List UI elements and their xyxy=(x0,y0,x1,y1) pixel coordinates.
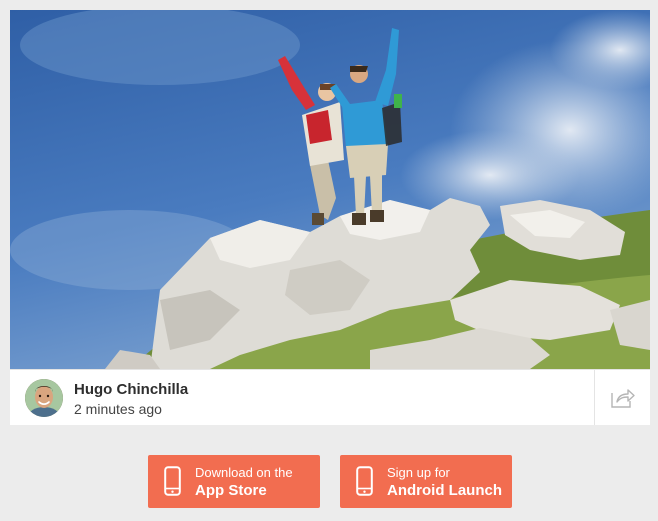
android-line2: Android Launch xyxy=(387,482,502,499)
app-store-line1: Download on the xyxy=(195,465,293,480)
post-meta: Hugo Chinchilla 2 minutes ago xyxy=(10,369,650,425)
share-icon xyxy=(610,388,635,408)
phone-icon xyxy=(164,466,181,496)
download-app-store-button[interactable]: Download on the App Store xyxy=(148,455,320,508)
author-name[interactable]: Hugo Chinchilla xyxy=(74,381,188,398)
post-card: Hugo Chinchilla 2 minutes ago xyxy=(10,10,650,425)
android-line1: Sign up for xyxy=(387,465,450,480)
hikers-summit-photo xyxy=(10,10,650,369)
android-signup-button[interactable]: Sign up for Android Launch xyxy=(340,455,512,508)
post-photo[interactable] xyxy=(10,10,650,369)
share-button[interactable] xyxy=(594,370,650,425)
phone-icon xyxy=(356,466,373,496)
app-store-line2: App Store xyxy=(195,482,267,499)
page: Hugo Chinchilla 2 minutes ago Download o… xyxy=(0,0,658,521)
user-avatar[interactable] xyxy=(25,379,63,417)
post-timestamp: 2 minutes ago xyxy=(74,401,162,417)
avatar-image xyxy=(25,379,63,417)
